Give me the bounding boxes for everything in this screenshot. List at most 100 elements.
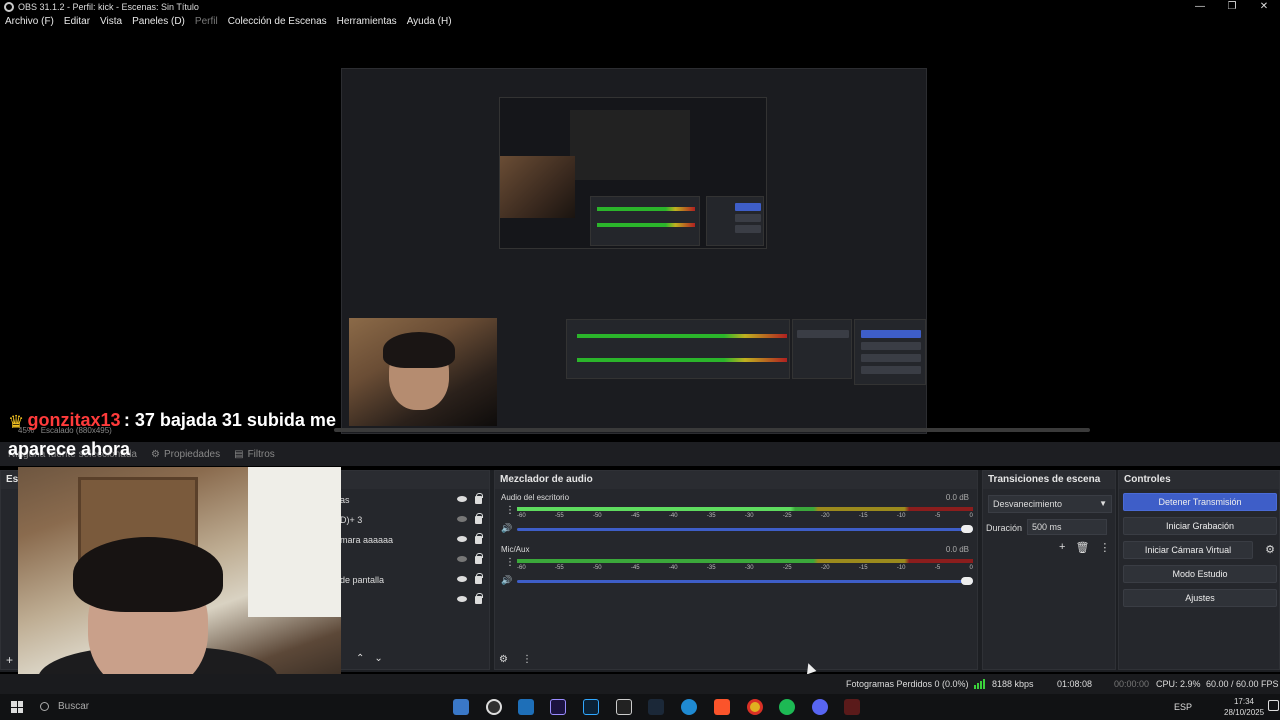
controls-header: Controles: [1119, 471, 1279, 489]
cpu-usage: CPU: 2.9%: [1156, 679, 1201, 689]
start-recording-button[interactable]: Iniciar Grabación: [1123, 517, 1277, 535]
preview-canvas[interactable]: [0, 34, 1280, 438]
hidden-eye-icon[interactable]: [457, 556, 467, 562]
lock-icon[interactable]: [475, 533, 483, 544]
photoshop-icon[interactable]: [583, 699, 599, 715]
virtual-camera-button[interactable]: Iniciar Cámara Virtual: [1123, 541, 1253, 559]
track-name: Audio del escritorio: [501, 493, 570, 502]
lock-icon[interactable]: [475, 513, 483, 524]
mixer-header: Mezclador de audio: [495, 471, 977, 489]
preview-scrollbar[interactable]: [334, 428, 1090, 432]
move-up-icon[interactable]: ⌃: [356, 653, 364, 664]
ccleaner-icon[interactable]: [518, 699, 534, 715]
captured-transitions: [792, 319, 852, 379]
volume-knob[interactable]: [961, 577, 973, 585]
add-transition-icon[interactable]: +: [1059, 541, 1065, 554]
steam-icon[interactable]: [648, 699, 664, 715]
language-indicator[interactable]: ESP: [1174, 702, 1192, 712]
minimize-button[interactable]: —: [1184, 0, 1216, 14]
clock-time: 17:34: [1233, 697, 1255, 706]
premiere-icon[interactable]: [550, 699, 566, 715]
menu-profile[interactable]: Perfil: [195, 16, 218, 32]
bitrate: 8188 kbps: [992, 679, 1034, 689]
menu-edit[interactable]: Editar: [64, 16, 90, 32]
transition-menu-icon[interactable]: ⋮: [1099, 541, 1110, 554]
track-name: Mic/Aux: [501, 545, 530, 554]
source-item[interactable]: [340, 550, 490, 570]
visibility-eye-icon[interactable]: [457, 596, 467, 602]
clock[interactable]: 17:34 28/10/2025: [1224, 696, 1264, 718]
visibility-eye-icon[interactable]: [457, 576, 467, 582]
stop-stream-button[interactable]: Detener Transmisión: [1123, 493, 1277, 511]
game-app-icon[interactable]: [844, 699, 860, 715]
file-explorer-icon[interactable]: [453, 699, 469, 715]
menu-view[interactable]: Vista: [100, 16, 122, 32]
source-item[interactable]: [340, 590, 490, 610]
speaker-icon[interactable]: 🔊: [501, 575, 512, 586]
restore-button[interactable]: ❐: [1216, 0, 1248, 14]
edge-icon[interactable]: [681, 699, 697, 715]
taskbar: Buscar ESP 17:34 28/10/2025: [0, 694, 1280, 720]
source-item[interactable]: as: [340, 490, 490, 510]
chat-message-line2: aparece ahora: [8, 439, 131, 459]
scene-transitions-panel: Transiciones de escena Desvanecimiento ▼…: [982, 470, 1116, 670]
controls-panel: Controles Detener Transmisión Iniciar Gr…: [1118, 470, 1280, 670]
mixer-menu-icon[interactable]: ⋮: [522, 654, 532, 665]
track-menu-icon[interactable]: ⋮: [505, 505, 515, 516]
hidden-eye-icon[interactable]: [457, 516, 467, 522]
delete-transition-icon[interactable]: 🗑: [1075, 541, 1089, 554]
menu-scene-collection[interactable]: Colección de Escenas: [228, 16, 327, 32]
lock-icon[interactable]: [475, 553, 483, 564]
volume-slider[interactable]: [517, 577, 973, 585]
source-item[interactable]: D)+ 3: [340, 510, 490, 530]
settings-button[interactable]: Ajustes: [1123, 589, 1277, 607]
lock-icon[interactable]: [475, 593, 483, 604]
chat-overlay: ♛ gonzitax13 : 37 bajada 31 subida me ap…: [8, 410, 336, 460]
nested-capture: [499, 97, 767, 249]
duration-input[interactable]: 500 ms: [1027, 519, 1107, 535]
meter-ticks: -60 -55 -50 -45 -40 -35 -30 -25 -20 -15 -10 -5 0: [517, 565, 973, 571]
transition-select[interactable]: Desvanecimiento ▼: [988, 495, 1112, 513]
spotify-icon[interactable]: [779, 699, 795, 715]
level-meter: [517, 507, 973, 511]
lock-icon[interactable]: [475, 493, 483, 504]
epic-games-icon[interactable]: [616, 699, 632, 715]
speaker-icon[interactable]: 🔊: [501, 523, 512, 534]
studio-mode-button[interactable]: Modo Estudio: [1123, 565, 1277, 583]
source-label: as: [340, 495, 350, 505]
chevron-down-icon: ▼: [1099, 499, 1107, 508]
add-scene-button[interactable]: +: [6, 653, 13, 667]
status-bar: Fotogramas Perdidos 0 (0.0%) 8188 kbps 0…: [0, 674, 1280, 694]
move-down-icon[interactable]: ⌄: [374, 653, 382, 664]
menu-file[interactable]: Archivo (F): [5, 16, 54, 32]
visibility-eye-icon[interactable]: [457, 536, 467, 542]
notification-icon[interactable]: [1268, 700, 1279, 711]
menu-docks[interactable]: Paneles (D): [132, 16, 185, 32]
brave-icon[interactable]: [714, 699, 730, 715]
volume-slider[interactable]: [517, 525, 973, 533]
visibility-eye-icon[interactable]: [457, 496, 467, 502]
track-menu-icon[interactable]: ⋮: [505, 557, 515, 568]
captured-mixer: [566, 319, 790, 379]
source-item[interactable]: mara aaaaaa: [340, 530, 490, 550]
signal-bars-icon: [974, 679, 985, 689]
chrome-icon[interactable]: [747, 699, 763, 715]
volume-knob[interactable]: [961, 525, 973, 533]
lock-icon[interactable]: [475, 573, 483, 584]
stream-time: 01:08:08: [1057, 679, 1093, 689]
menu-help[interactable]: Ayuda (H): [407, 16, 452, 32]
window-title: OBS 31.1.2 - Perfil: kick - Escenas: Sin…: [18, 2, 199, 12]
search-icon: [40, 702, 49, 711]
discord-icon[interactable]: [812, 699, 828, 715]
source-item[interactable]: de pantalla: [340, 570, 490, 590]
gear-icon[interactable]: ⚙: [1265, 543, 1275, 556]
obs-taskbar-icon[interactable]: [486, 699, 502, 715]
windows-start-icon[interactable]: [11, 701, 23, 713]
source-order-controls: ⌃ ⌄: [356, 653, 383, 664]
taskbar-search[interactable]: Buscar: [34, 698, 184, 716]
nested-webcam: [500, 156, 575, 218]
mixer-track: Mic/Aux 0.0 dB ⋮ -60 -55 -50 -45 -40 -35 -30 -2…: [501, 545, 973, 595]
close-button[interactable]: ✕: [1248, 0, 1280, 14]
menu-tools[interactable]: Herramientas: [337, 16, 397, 32]
advanced-audio-icon[interactable]: ⚙: [499, 654, 508, 665]
